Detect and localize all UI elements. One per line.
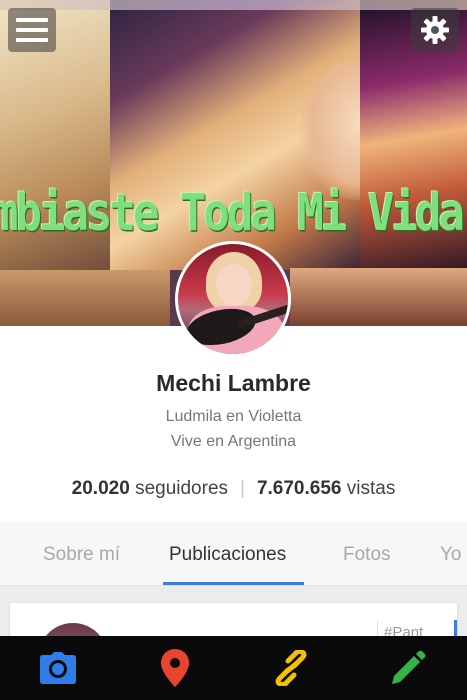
link-icon <box>275 650 307 686</box>
tab-posts[interactable]: Publicaciones <box>169 544 286 566</box>
profile-bio-location: Vive en Argentina <box>170 433 297 450</box>
compose-button[interactable] <box>388 650 428 686</box>
followers-label: seguidores <box>135 478 229 499</box>
tab-me[interactable]: Yo <box>440 544 462 566</box>
cover-face <box>300 60 360 200</box>
cover-top-strip <box>0 0 467 10</box>
stats-separator: | <box>240 478 245 499</box>
tab-photos[interactable]: Fotos <box>343 544 391 566</box>
gear-icon <box>421 16 449 44</box>
active-tab-indicator <box>163 582 304 585</box>
cover-overlay-text: mbiaste Toda Mi Vida Mechi <box>0 184 467 243</box>
avatar-face <box>216 264 252 306</box>
bottom-action-bar <box>0 636 467 700</box>
cover-collage-tile <box>0 270 170 326</box>
posts-feed: #Pant <box>0 586 467 693</box>
profile-bio-role: Ludmila en Violetta <box>165 408 302 425</box>
views-label: vistas <box>346 478 396 499</box>
followers-count: 20.020 <box>71 478 130 499</box>
pencil-icon <box>392 650 426 684</box>
camera-icon <box>40 652 76 684</box>
profile-stats: 20.020 seguidores | 7.670.656 vistas <box>0 478 467 500</box>
avatar[interactable] <box>175 241 291 357</box>
link-button[interactable] <box>271 650 311 686</box>
views-count: 7.670.656 <box>256 478 342 499</box>
hamburger-menu-icon <box>16 18 48 42</box>
camera-button[interactable] <box>38 650 78 686</box>
menu-button[interactable] <box>8 8 56 52</box>
profile-name: Mechi Lambre <box>156 370 311 396</box>
profile-screen: mbiaste Toda Mi Vida Mechi Mechi <box>0 0 467 700</box>
map-pin-icon <box>161 649 189 687</box>
profile-tabs: Sobre mí Publicaciones Fotos Yo <box>0 522 467 586</box>
cover-collage-tile <box>290 268 467 326</box>
location-button[interactable] <box>155 649 195 687</box>
followers-stat[interactable]: 20.020 seguidores <box>72 478 228 499</box>
settings-button[interactable] <box>411 8 459 52</box>
tab-about[interactable]: Sobre mí <box>43 544 120 566</box>
views-stat: 7.670.656 vistas <box>257 478 395 499</box>
